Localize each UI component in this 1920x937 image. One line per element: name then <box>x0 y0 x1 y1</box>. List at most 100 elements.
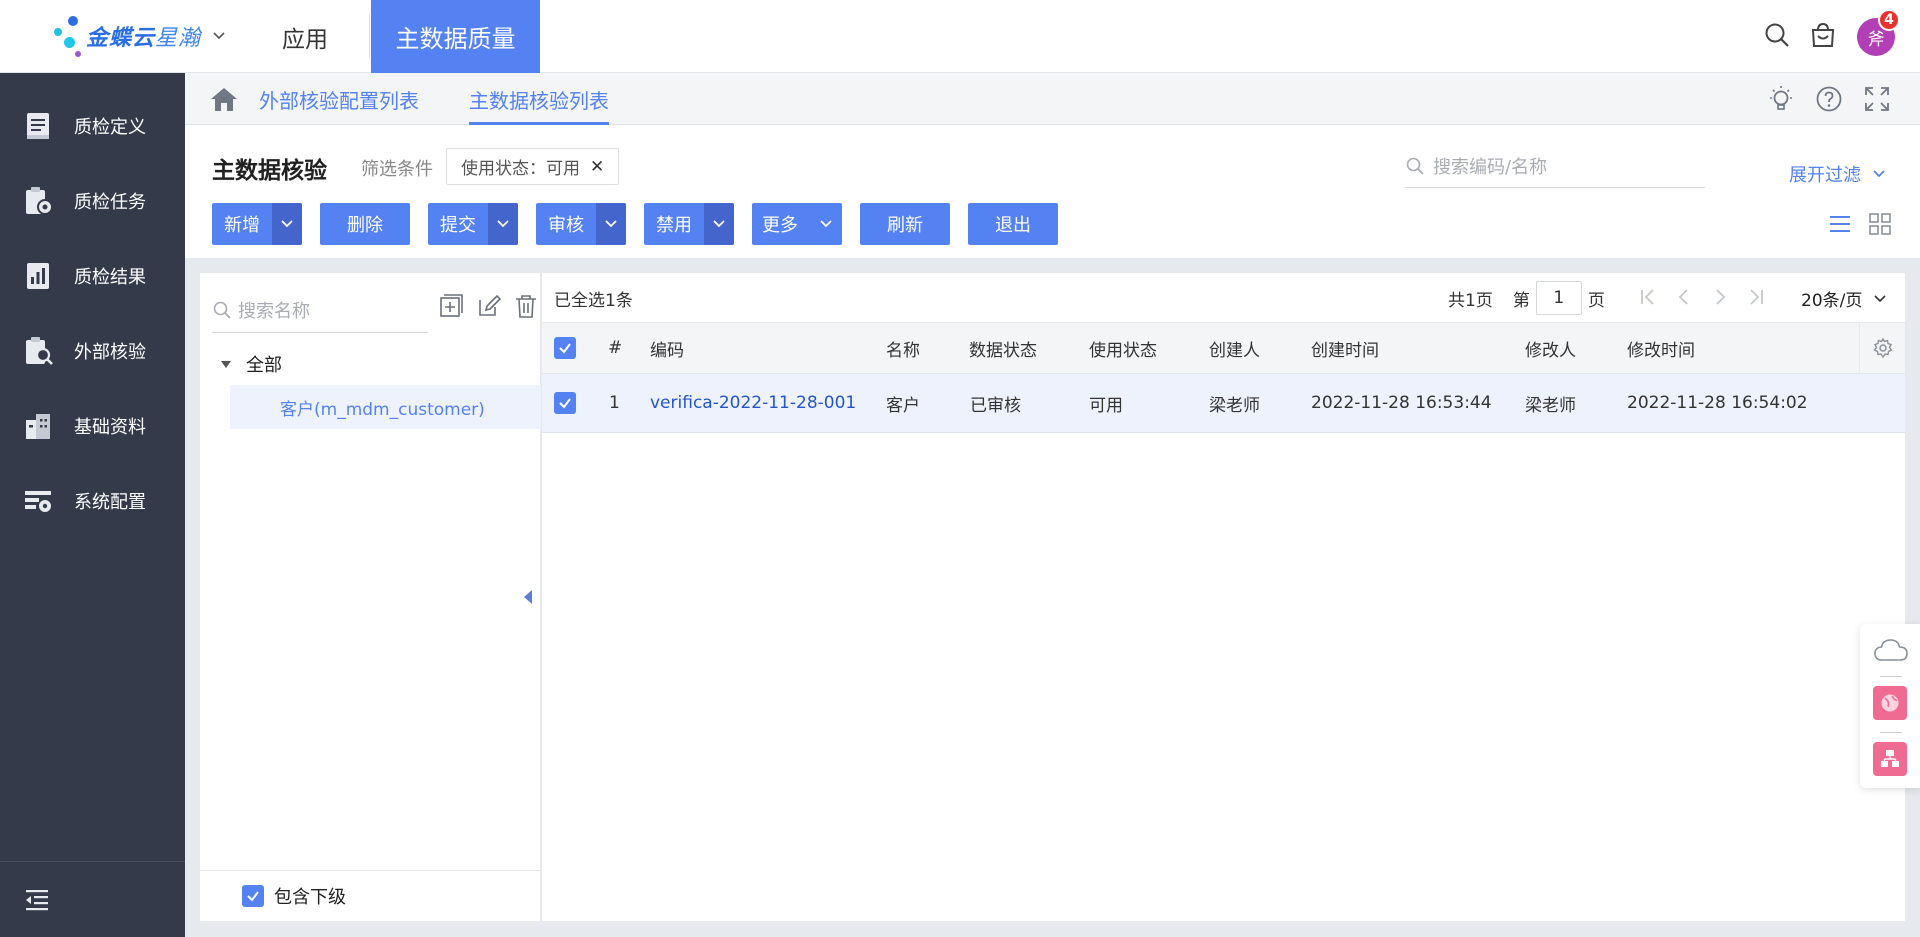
close-icon[interactable]: ✕ <box>590 157 604 177</box>
audit-button[interactable]: 审核 <box>536 203 626 245</box>
row-checkbox[interactable] <box>554 374 576 432</box>
checkmark-icon <box>247 891 259 902</box>
book-icon <box>27 113 49 139</box>
last-page-icon[interactable] <box>1744 285 1768 309</box>
cell-modify-time: 2022-11-28 16:54:02 <box>1627 393 1808 413</box>
total-pages: 共1页 <box>1448 290 1493 311</box>
search-input[interactable]: 搜索编码/名称 <box>1405 145 1705 188</box>
cell-code-link[interactable]: verifica-2022-11-28-001 <box>650 374 856 432</box>
sidebar-item-system-config[interactable]: 系统配置 <box>0 471 185 531</box>
app-menu[interactable]: 应用 <box>270 0 340 73</box>
org-chart-button[interactable] <box>1873 742 1907 776</box>
select-all-checkbox[interactable] <box>554 323 576 373</box>
column-settings[interactable] <box>1859 323 1905 373</box>
sidebar-item-quality-definition[interactable]: 质检定义 <box>0 96 185 156</box>
include-sub-label: 包含下级 <box>274 887 346 908</box>
tree-root[interactable]: 全部 <box>220 351 282 377</box>
collapse-menu-icon[interactable] <box>24 888 50 912</box>
bag-icon[interactable] <box>1808 20 1838 50</box>
page-suffix: 页 <box>1587 290 1605 311</box>
filter-chip[interactable]: 使用状态：可用 ✕ <box>446 148 620 185</box>
list-view-icon[interactable] <box>1826 210 1854 238</box>
chevron-down-icon <box>1874 294 1886 302</box>
lightbulb-icon[interactable] <box>1767 85 1795 113</box>
tree-root-label: 全部 <box>246 355 282 376</box>
sidebar-item-quality-result[interactable]: 质检结果 <box>0 246 185 306</box>
submit-button[interactable]: 提交 <box>428 203 518 245</box>
grid-panel: 已全选1条 共1页 第 1 页 20条/页 # 编码 名称 数据状态 使用状态 … <box>542 273 1905 921</box>
top-bar: 金蝶云星瀚 应用 主数据质量 斧 4 <box>0 0 1920 73</box>
fullscreen-icon[interactable] <box>1863 85 1891 113</box>
caret-down-icon[interactable] <box>220 358 232 370</box>
settings-panel-icon <box>25 491 51 512</box>
report-icon <box>27 263 49 289</box>
column-header-name[interactable]: 名称 <box>886 323 920 373</box>
include-sub-checkbox[interactable] <box>242 885 264 907</box>
next-page-icon[interactable] <box>1708 285 1732 309</box>
column-header-create-time[interactable]: 创建时间 <box>1311 323 1379 373</box>
column-header-code[interactable]: 编码 <box>650 323 684 373</box>
assistant-button[interactable] <box>1873 686 1907 720</box>
tab-master-data-verify[interactable]: 主数据核验列表 <box>469 73 609 125</box>
search-icon[interactable] <box>1762 20 1792 50</box>
sidebar-footer <box>0 861 185 937</box>
building-icon <box>26 414 50 439</box>
prev-page-icon[interactable] <box>1672 285 1696 309</box>
cell-use-status: 可用 <box>1089 395 1123 416</box>
card-view-icon[interactable] <box>1866 210 1894 238</box>
column-header-index: # <box>608 338 623 358</box>
active-app-tab[interactable]: 主数据质量 <box>371 0 540 73</box>
pager: 共1页 第 1 页 <box>1448 281 1605 315</box>
search-icon <box>1406 157 1424 175</box>
tree-node-customer[interactable]: 客户(m_mdm_customer) <box>230 385 541 429</box>
column-header-modifier[interactable]: 修改人 <box>1525 323 1576 373</box>
page-number-input[interactable]: 1 <box>1535 281 1582 315</box>
refresh-button[interactable]: 刷新 <box>860 203 950 245</box>
column-header-use-status[interactable]: 使用状态 <box>1089 323 1157 373</box>
home-icon[interactable] <box>210 86 238 112</box>
trash-icon[interactable] <box>513 293 539 319</box>
column-header-modify-time[interactable]: 修改时间 <box>1627 323 1695 373</box>
chevron-down-icon[interactable] <box>488 203 518 245</box>
expand-filter-link[interactable]: 展开过滤 <box>1789 161 1887 187</box>
gear-icon <box>1872 337 1893 359</box>
exit-button[interactable]: 退出 <box>968 203 1058 245</box>
logo-text: 金蝶云星瀚 <box>86 26 202 51</box>
sidebar-item-label: 质检结果 <box>74 267 146 288</box>
help-icon[interactable] <box>1815 85 1843 113</box>
add-button[interactable]: 新增 <box>212 203 302 245</box>
divider <box>1880 676 1902 677</box>
column-header-creator[interactable]: 创建人 <box>1209 323 1260 373</box>
chevron-down-icon[interactable] <box>596 203 626 245</box>
list-header: 主数据核验 筛选条件 使用状态：可用 ✕ 搜索编码/名称 展开过滤 新增 删除 … <box>185 125 1920 258</box>
divider <box>1880 732 1902 733</box>
sidebar-item-base-data[interactable]: 基础资料 <box>0 396 185 456</box>
chevron-down-icon[interactable] <box>211 28 227 44</box>
delete-button[interactable]: 删除 <box>320 203 410 245</box>
page-size-select[interactable]: 20条/页 <box>1801 286 1888 311</box>
add-node-icon[interactable] <box>438 293 464 319</box>
first-page-icon[interactable] <box>1636 285 1660 309</box>
tree-search-input[interactable]: 搜索名称 <box>212 287 428 333</box>
sidebar-item-label: 基础资料 <box>74 417 146 438</box>
selection-info: 已全选1条 <box>554 291 633 311</box>
edit-icon[interactable] <box>476 293 502 319</box>
chevron-down-icon[interactable] <box>272 203 302 245</box>
chevron-down-icon <box>1873 170 1885 178</box>
sidebar-item-label: 系统配置 <box>74 492 146 513</box>
breadcrumb-tab-bar: 外部核验配置列表 主数据核验列表 <box>185 73 1920 125</box>
column-header-data-status[interactable]: 数据状态 <box>969 323 1037 373</box>
sidebar-item-label: 质检任务 <box>74 192 146 213</box>
notification-badge: 4 <box>1878 9 1900 31</box>
chevron-down-icon <box>820 220 832 228</box>
app-logo[interactable]: 金蝶云星瀚 <box>50 10 240 62</box>
sidebar-item-quality-task[interactable]: 质检任务 <box>0 171 185 231</box>
more-button[interactable]: 更多 <box>752 203 842 245</box>
clipboard-gear-icon <box>26 187 53 215</box>
table-row[interactable]: 1 verifica-2022-11-28-001 客户 已审核 可用 梁老师 … <box>542 374 1905 433</box>
disable-button[interactable]: 禁用 <box>644 203 734 245</box>
chevron-down-icon[interactable] <box>704 203 734 245</box>
sidebar-item-external-verify[interactable]: 外部核验 <box>0 321 185 381</box>
tab-external-verify-config[interactable]: 外部核验配置列表 <box>259 73 419 125</box>
cloud-icon[interactable] <box>1873 636 1909 664</box>
